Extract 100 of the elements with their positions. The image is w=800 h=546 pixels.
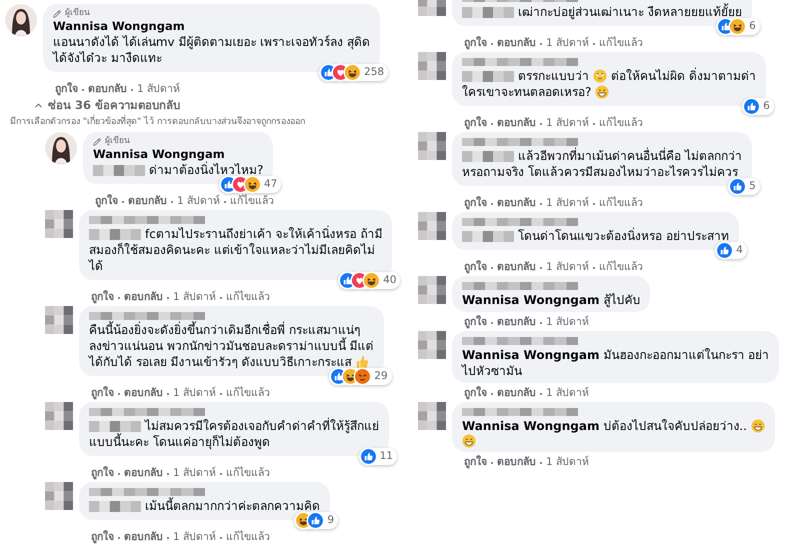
reply-link[interactable]: ตอบกลับ (497, 117, 536, 130)
author-label: ผู้เขียน (65, 8, 90, 19)
timestamp-link[interactable]: 1 สัปดาห์ (173, 531, 216, 544)
commenter-name[interactable]: Wannisa Wongngam (53, 19, 370, 34)
comment-text: Wannisa Wongngam บ่ต้องไปสนใจคับปล่อยว่าง.. (462, 418, 747, 434)
laughing-face-icon (245, 177, 260, 192)
timestamp-link[interactable]: 1 สัปดาห์ (173, 387, 216, 400)
like-link[interactable]: ถูกใจ (464, 117, 487, 130)
edited-label: แก้ไขแล้ว (599, 117, 644, 130)
redacted-mention (462, 230, 514, 242)
timestamp-link[interactable]: 1 สัปดาห์ (177, 195, 220, 208)
reaction-count[interactable]: 6 (742, 98, 774, 115)
comment-text: คืนนี้น้องยิ่งจะดังยิ่งขึ้นกว่าเดิมอีกเชื่อพี่ กระแสมาแน่ๆ (89, 322, 360, 337)
reaction-count[interactable]: 9 (294, 512, 338, 529)
like-link[interactable]: ถูกใจ (95, 195, 118, 208)
timestamp-link[interactable]: 1 สัปดาห์ (546, 316, 590, 329)
like-link[interactable]: ถูกใจ (464, 387, 487, 400)
timestamp-link[interactable]: 1 สัปดาห์ (546, 387, 590, 400)
timestamp-link[interactable]: 1 สัปดาห์ (546, 261, 590, 274)
reaction-number: 29 (374, 370, 388, 383)
like-icon (717, 243, 732, 258)
comment-text: Wannisa Wongngam สู้ไปคับ (462, 292, 640, 308)
like-link[interactable]: ถูกใจ (464, 261, 487, 274)
timestamp-link[interactable]: 1 สัปดาห์ (546, 37, 590, 50)
comment-text: ไม่สมควรมีใครต้องเจอกับคำด่าคำที่ให้รู้สึกแย่ (145, 418, 379, 434)
reaction-count[interactable]: 5 (728, 178, 760, 195)
reaction-count[interactable]: 29 (329, 368, 392, 385)
like-link[interactable]: ถูกใจ (464, 316, 487, 329)
commenter-name[interactable]: Wannisa Wongngam (93, 147, 264, 162)
eye-roll-emoji-icon (593, 69, 607, 83)
comment-text: ได้กับได้ รอเลย มีงานเข้ารัวๆ ดังแบบวิธีเกาะกระแส (89, 354, 352, 370)
edited-label: แก้ไขแล้ว (226, 291, 270, 304)
edited-label: แก้ไขแล้ว (226, 531, 270, 544)
like-link[interactable]: ถูกใจ (464, 37, 487, 50)
timestamp-link[interactable]: 1 สัปดาห์ (173, 291, 216, 304)
timestamp-link[interactable]: 1 สัปดาห์ (137, 83, 180, 96)
comment-text: ได้จังได๋วะ มางืดแทะ (53, 50, 162, 66)
like-icon (730, 179, 746, 194)
edited-label: แก้ไขแล้ว (226, 387, 270, 400)
reaction-count[interactable]: 4 (715, 242, 747, 259)
thumbs-up-emoji-icon (355, 355, 370, 369)
reaction-number: 47 (264, 178, 278, 191)
comment-text: หรอถามจริง โตแล้วควรมีสมองไหมว่าอะไรควรไม่ควร (462, 164, 738, 180)
comment-text: ลงข่าวแน่นอน พวกนักข่าวมันชอบละดราม่าแบบนี้ มีแต่ (89, 338, 374, 354)
laughing-face-icon (345, 65, 360, 80)
like-link[interactable]: ถูกใจ (91, 467, 114, 480)
author-label: ผู้เขียน (105, 136, 130, 147)
reply-link[interactable]: ตอบกลับ (124, 467, 163, 480)
reaction-count[interactable]: 258 (319, 64, 388, 81)
grinning-emoji-icon (595, 85, 610, 99)
reaction-number: 9 (327, 514, 334, 527)
redacted-mention (93, 164, 145, 176)
reply-link[interactable]: ตอบกลับ (497, 261, 536, 274)
reply-link[interactable]: ตอบกลับ (497, 387, 536, 400)
reply-link[interactable]: ตอบกลับ (497, 316, 536, 329)
reply-link[interactable]: ตอบกลับ (88, 83, 127, 96)
pencil-icon (93, 138, 101, 146)
like-link[interactable]: ถูกใจ (91, 387, 114, 400)
reaction-count[interactable]: 40 (338, 272, 400, 289)
like-link[interactable]: ถูกใจ (464, 456, 487, 469)
comment-text: ตรรกะแบบว่า (518, 68, 589, 84)
comment-text: แล้วอีพวกที่มาเม้นด่าคนอื่นนี่คือ ไม่ตลกกว่า (518, 148, 742, 164)
comment-text: ไปหัวซามัน (462, 363, 522, 379)
reaction-count[interactable]: 11 (358, 448, 397, 465)
like-link[interactable]: ถูกใจ (464, 197, 487, 210)
comment-text: แบบนี้นะคะ โดนแค่อายุก็ไม่ต้องพูด (89, 434, 270, 450)
reply-link[interactable]: ตอบกลับ (497, 197, 536, 210)
edited-label: แก้ไขแล้ว (226, 467, 270, 480)
reaction-count[interactable]: 47 (219, 176, 282, 193)
like-link[interactable]: ถูกใจ (91, 531, 114, 544)
comment-text: เฒ่ากะบ่อยู่ส่วนเฒ่าเนาะ งืดหลายยยแท้ยั้ยย (518, 4, 742, 20)
reply-link[interactable]: ตอบกลับ (124, 387, 163, 400)
timestamp-link[interactable]: 1 สัปดาห์ (546, 117, 590, 130)
edited-label: แก้ไขแล้ว (599, 261, 644, 274)
like-link[interactable]: ถูกใจ (91, 291, 114, 304)
edited-label: แก้ไขแล้ว (230, 195, 274, 208)
reply-link[interactable]: ตอบกลับ (497, 37, 536, 50)
comment-text: ได้ (89, 258, 103, 274)
reply-link[interactable]: ตอบกลับ (497, 456, 536, 469)
reply-link[interactable]: ตอบกลับ (124, 291, 163, 304)
redacted-mention (89, 420, 141, 432)
laughing-face-icon (730, 19, 746, 34)
filter-notice: มีการเลือกตัวกรอง "เกี่ยวข้องที่สุด" ไว้ การตอบกลับบางส่วนจึงอาจถูกกรองออก (10, 116, 400, 128)
reaction-number: 258 (364, 66, 384, 79)
comment-text: สมองก็ใช้สมองคิดนะคะ แต่เข้าใจแหละว่าไม่มีเลยคิดไม่ (89, 242, 375, 258)
like-link[interactable]: ถูกใจ (55, 83, 78, 96)
reaction-count[interactable]: 6 (716, 18, 760, 35)
hide-replies-button[interactable]: ซ่อน 36 ข้อความตอบกลับ (33, 98, 180, 113)
reply-link[interactable]: ตอบกลับ (124, 531, 163, 544)
reply-link[interactable]: ตอบกลับ (128, 195, 167, 208)
comment-text: ต่อให้คนไม่ผิด ดิ่งมาตามด่า (611, 68, 756, 84)
reaction-number: 6 (763, 100, 770, 113)
timestamp-link[interactable]: 1 สัปดาห์ (546, 456, 590, 469)
like-icon (744, 99, 760, 114)
like-icon (308, 513, 324, 528)
comment-text: แอนนาดังได้ ได้เล่นmv มีผู้ติดตามเยอะ เพราะเจอทัวร์ลง สุดิด (53, 34, 370, 50)
comment-text: โดนด่าโดนแขวะต้องนิ่งหรอ อย่าประสาท (518, 228, 729, 244)
timestamp-link[interactable]: 1 สัปดาห์ (173, 467, 216, 480)
timestamp-link[interactable]: 1 สัปดาห์ (546, 197, 590, 210)
reaction-number: 6 (749, 20, 756, 33)
